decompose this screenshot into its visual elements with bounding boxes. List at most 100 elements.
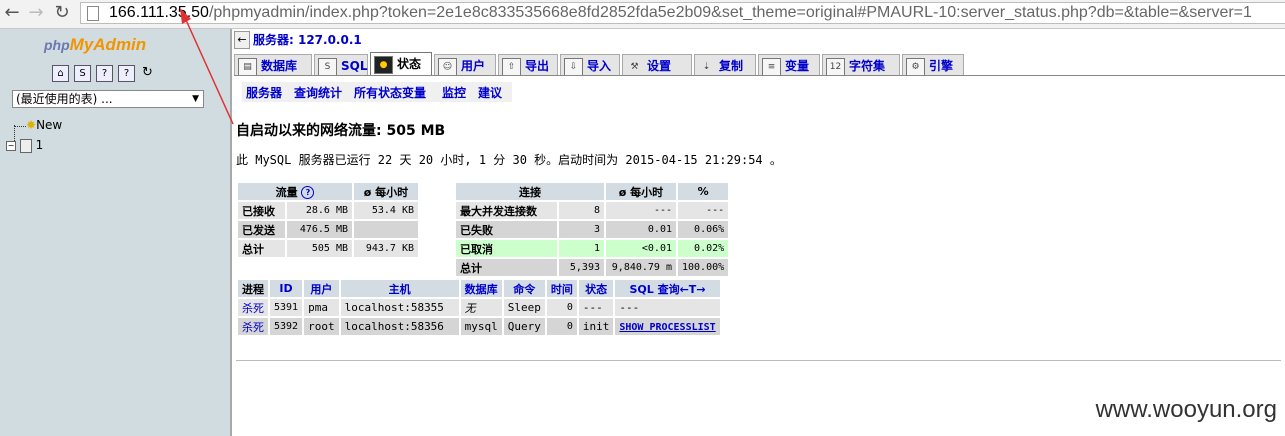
cell-command: Sleep	[503, 299, 545, 316]
logo-php: php	[44, 37, 70, 53]
kill-link[interactable]: 杀死	[238, 318, 268, 335]
refresh-icon[interactable]: ↻	[140, 65, 155, 80]
url-text: 166.111.35.50/phpmyadmin/index.php?token…	[109, 4, 1252, 22]
cell-user: pma	[304, 299, 339, 316]
col-time[interactable]: 时间	[546, 280, 577, 297]
cell-percent: 100.00%	[678, 259, 729, 276]
tab-status[interactable]: ● 状态	[370, 52, 432, 76]
connections-table: 连接 ø 每小时 % 最大并发连接数 8 --- --- 已失败 3 0.01 …	[454, 181, 730, 278]
cell-percent: 0.06%	[678, 221, 729, 238]
dropdown-arrow-icon: ▼	[192, 94, 199, 104]
sql-icon: S	[318, 57, 337, 76]
traffic-light-icon: ●	[374, 55, 393, 74]
engine-icon: ⚙	[906, 57, 925, 76]
recent-tables-value: (最近使用的表) ...	[16, 92, 113, 106]
home-icon[interactable]: ⌂	[52, 65, 69, 82]
help-icon[interactable]: ?	[301, 186, 315, 199]
row-label: 总计	[238, 240, 286, 257]
traffic-table: 流量 ? ø 每小时 已接收 28.6 MB 53.4 KB 已发送 476.5…	[236, 181, 420, 259]
tab-sql[interactable]: S SQL	[314, 54, 368, 76]
connections-header: 连接	[456, 183, 604, 200]
tree-item-db[interactable]: − 1	[6, 138, 43, 153]
tab-import[interactable]: ⇩ 导入	[560, 54, 620, 76]
query-window-icon[interactable]: S	[74, 65, 91, 82]
row-label: 总计	[456, 259, 557, 276]
watermark: www.wooyun.org	[1095, 396, 1277, 423]
tab-variables[interactable]: ≡ 变量	[758, 54, 820, 76]
nav-icon-bar: ⌂ S?? ↻	[52, 65, 160, 83]
cell-value: 5,393	[558, 259, 604, 276]
row-label: 已接收	[238, 202, 286, 219]
subnav-monitor[interactable]: 监控	[442, 84, 466, 101]
table-row: 已失败 3 0.01 0.06%	[456, 221, 729, 238]
logo-admin: Admin	[93, 35, 147, 54]
cell-host: localhost:58356	[340, 318, 459, 335]
phpmyadmin-logo[interactable]: phpMyAdmin	[44, 35, 146, 55]
replication-icon: ⇣	[702, 61, 711, 72]
tab-settings[interactable]: ⚒ 设置	[622, 54, 692, 76]
kill-link[interactable]: 杀死	[238, 299, 268, 316]
status-subnav: 服务器 查询统计 所有状态变量 监控 建议	[242, 82, 512, 102]
tab-databases[interactable]: ▤ 数据库	[234, 54, 312, 76]
subnav-query-stats[interactable]: 查询统计	[294, 84, 342, 101]
cell-per-hour: <0.01	[606, 240, 676, 257]
expand-icon[interactable]: −	[6, 140, 16, 151]
tab-charsets[interactable]: 12 字符集	[822, 54, 900, 76]
subnav-all-status-vars[interactable]: 所有状态变量	[354, 84, 426, 101]
cell-state: ---	[578, 299, 614, 316]
cell-command: Query	[503, 318, 545, 335]
row-label: 已发送	[238, 221, 286, 238]
recent-tables-select[interactable]: (最近使用的表) ... ▼	[12, 90, 204, 108]
table-row: 杀死 5392 root localhost:58356 mysql Query…	[238, 318, 720, 335]
cell-percent: ---	[678, 202, 729, 219]
tree-item-new-label: New	[36, 118, 63, 132]
url-host: 166.111.35.50	[109, 4, 209, 21]
variables-icon: ≡	[762, 57, 781, 76]
tab-baseline	[234, 75, 1285, 76]
tree-item-db-label: 1	[35, 138, 44, 152]
table-row: 总计 505 MB 943.7 KB	[238, 240, 418, 257]
subnav-server[interactable]: 服务器	[246, 84, 282, 101]
table-row-highlighted: 已取消 1 <0.01 0.02%	[456, 240, 729, 257]
cell-query-link[interactable]: SHOW PROCESSLIST	[615, 318, 720, 335]
cell-per-hour: 943.7 KB	[354, 240, 418, 257]
process-list-table: 进程 ID 用户 主机 数据库 命令 时间 状态 SQL 查询←T→ 杀死 53…	[236, 278, 722, 337]
navigation-frame: phpMyAdmin ⌂ S?? ↻ (最近使用的表) ... ▼ ✸New − 1	[0, 29, 230, 436]
cell-id: 5392	[270, 318, 303, 335]
import-icon: ⇩	[564, 57, 583, 76]
cell-state: init	[578, 318, 614, 335]
tab-replication[interactable]: ⇣ 复制	[694, 54, 756, 76]
collapse-nav-button[interactable]: ←	[234, 31, 250, 49]
page-title: 自启动以来的网络流量: 505 MB	[236, 123, 446, 139]
col-id[interactable]: ID	[270, 280, 303, 297]
percent-header: %	[678, 183, 729, 200]
wrench-icon: ⚒	[630, 61, 639, 72]
col-sql-query[interactable]: SQL 查询←T→	[615, 280, 720, 297]
cell-db: 无	[460, 299, 502, 316]
cell-value: 476.5 MB	[287, 221, 352, 238]
col-db[interactable]: 数据库	[460, 280, 502, 297]
subnav-advisor[interactable]: 建议	[478, 84, 502, 101]
database-icon	[19, 138, 32, 153]
tree-item-new[interactable]: ✸New	[26, 118, 62, 132]
tab-users[interactable]: ☺ 用户	[434, 54, 496, 76]
reload-icon[interactable]: ↻	[52, 3, 72, 23]
users-icon: ☺	[438, 57, 457, 76]
row-label: 已失败	[456, 221, 557, 238]
forward-arrow-icon[interactable]: →	[26, 3, 46, 23]
col-state[interactable]: 状态	[578, 280, 614, 297]
back-arrow-icon[interactable]: ←	[2, 3, 22, 23]
truncate-toggle-icon[interactable]: ←T→	[680, 283, 706, 296]
address-bar[interactable]: 166.111.35.50/phpmyadmin/index.php?token…	[80, 2, 1285, 24]
col-host[interactable]: 主机	[340, 280, 459, 297]
sql-docs-icon[interactable]: ?	[118, 65, 135, 82]
docs-icon[interactable]: ?	[96, 65, 113, 82]
uptime-text: 此 MySQL 服务器已运行 22 天 20 小时, 1 分 30 秒。启动时间…	[236, 153, 782, 167]
tab-export[interactable]: ⇧ 导出	[498, 54, 558, 76]
server-breadcrumb[interactable]: 服务器: 127.0.0.1	[253, 31, 362, 48]
tree-branch	[14, 126, 26, 128]
col-user[interactable]: 用户	[304, 280, 339, 297]
tab-engines[interactable]: ⚙ 引擎	[902, 54, 964, 76]
cell-per-hour: 0.01	[606, 221, 676, 238]
col-command[interactable]: 命令	[503, 280, 545, 297]
